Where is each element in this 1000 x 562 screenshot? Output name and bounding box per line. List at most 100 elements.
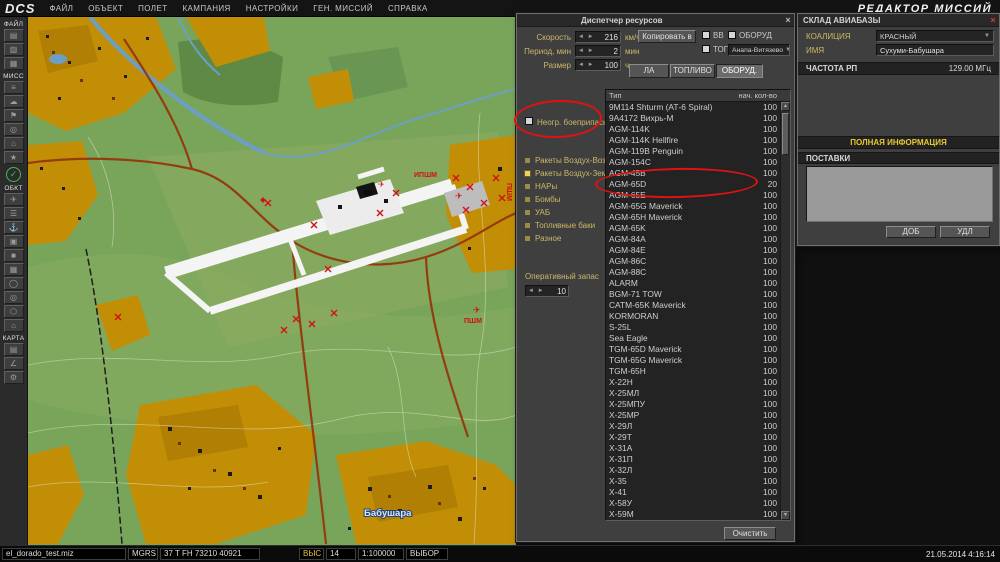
validate-ok-icon[interactable]: ✓	[6, 167, 21, 182]
table-row[interactable]: Х-41 100	[606, 487, 780, 498]
table-row[interactable]: AGM-65D 20	[606, 179, 780, 190]
home-icon[interactable]: ⌂	[3, 137, 24, 150]
map-scale[interactable]: 1:100000	[358, 548, 404, 560]
table-scrollbar[interactable]: ▲ ▼	[780, 102, 790, 520]
category-radio[interactable]: НАРы	[525, 180, 605, 193]
copy-fuel-checkbox[interactable]	[702, 45, 710, 53]
table-row[interactable]: AGM-45B 100	[606, 168, 780, 179]
unlimited-ammo-checkbox[interactable]	[525, 117, 533, 125]
static-object-icon[interactable]: ■	[3, 249, 24, 262]
table-row[interactable]: AGM-84E 100	[606, 245, 780, 256]
scroll-up-icon[interactable]: ▲	[781, 102, 790, 111]
table-row[interactable]: Х-32Л 100	[606, 465, 780, 476]
table-row[interactable]: Х-29Т 100	[606, 432, 780, 443]
supplies-list[interactable]	[806, 166, 993, 222]
table-row[interactable]: Х-25МР 100	[606, 410, 780, 421]
spinner-arrows-icon[interactable]: ◄ ►	[528, 288, 545, 294]
map-viewport[interactable]: ✈ ✈ ✈ ИПШМ ПШМ ПШМ Бабушара	[28, 17, 516, 545]
table-row[interactable]: AGM-65G Maverick 100	[606, 201, 780, 212]
map-layers-icon[interactable]: ▤	[3, 343, 24, 356]
category-radio[interactable]: Бомбы	[525, 193, 605, 206]
menu-item[interactable]: ФАЙЛ	[49, 4, 73, 13]
spinner-arrows-icon[interactable]: ◄ ►	[578, 62, 595, 68]
table-row[interactable]: TGM-65D Maverick 100	[606, 344, 780, 355]
menu-item[interactable]: ПОЛЕТ	[138, 4, 167, 13]
table-row[interactable]: AGM-88C 100	[606, 267, 780, 278]
add-button[interactable]: ДОБ	[886, 226, 936, 238]
table-row[interactable]: KORMORAN 100	[606, 311, 780, 322]
tab-aircraft[interactable]: ЛА	[629, 64, 669, 78]
full-info-strip[interactable]: ПОЛНАЯ ИНФОРМАЦИЯ	[798, 136, 999, 149]
scrollbar-thumb[interactable]	[782, 113, 789, 155]
copy-target-dropdown[interactable]: Анапа-Витязево ▼	[728, 44, 790, 56]
weather-icon[interactable]: ☁	[3, 95, 24, 108]
table-row[interactable]: Х-29Л 100	[606, 421, 780, 432]
delete-button[interactable]: УДЛ	[940, 226, 990, 238]
table-row[interactable]: TGM-65H 100	[606, 366, 780, 377]
select-mode[interactable]: ВЫБОР	[406, 548, 448, 560]
template-icon[interactable]: ▦	[3, 263, 24, 276]
table-row[interactable]: AGM-114K 100	[606, 124, 780, 135]
table-row[interactable]: CATM-65K Maverick 100	[606, 300, 780, 311]
table-row[interactable]: Х-25МПУ 100	[606, 399, 780, 410]
mgrs-label[interactable]: MGRS	[128, 548, 158, 560]
category-radio[interactable]: Разное	[525, 232, 605, 245]
speed-spinner[interactable]: ◄ ► 216	[575, 31, 621, 43]
category-radio[interactable]: Ракеты Воздух-Земля	[524, 167, 616, 180]
targets-icon[interactable]: ◎	[3, 123, 24, 136]
bullseye-icon[interactable]: ◎	[3, 291, 24, 304]
tab-fuel[interactable]: ТОПЛИВО	[670, 64, 715, 78]
spinner-arrows-icon[interactable]: ◄ ►	[578, 34, 595, 40]
table-row[interactable]: AGM-65H Maverick 100	[606, 212, 780, 223]
menu-item[interactable]: НАСТРОЙКИ	[246, 4, 298, 13]
coalition-dropdown[interactable]: КРАСНЫЙ ▼	[876, 30, 994, 42]
table-row[interactable]: AGM-65E 100	[606, 190, 780, 201]
ship-icon[interactable]: ⚓	[3, 221, 24, 234]
save-mission-icon[interactable]: ▦	[3, 57, 24, 70]
farp-icon[interactable]: ⬡	[3, 305, 24, 318]
airplane-icon[interactable]: ✈	[3, 193, 24, 206]
table-row[interactable]: Sea Eagle 100	[606, 333, 780, 344]
table-row[interactable]: 9М114 Shturm (АТ-6 Spiral) 100	[606, 102, 780, 113]
table-row[interactable]: ALARM 100	[606, 278, 780, 289]
map-settings-icon[interactable]: ⚙	[3, 371, 24, 384]
table-row[interactable]: AGM-154C 100	[606, 157, 780, 168]
table-row[interactable]: Х-25МЛ 100	[606, 388, 780, 399]
table-row[interactable]: Х-35 100	[606, 476, 780, 487]
table-row[interactable]: AGM-86C 100	[606, 256, 780, 267]
menu-item[interactable]: СПРАВКА	[388, 4, 428, 13]
flag-icon[interactable]: ⚑	[3, 109, 24, 122]
table-row[interactable]: Х-31А 100	[606, 443, 780, 454]
table-row[interactable]: AGM-84A 100	[606, 234, 780, 245]
clear-button[interactable]: Очистить	[724, 527, 776, 540]
new-mission-icon[interactable]: ▤	[3, 29, 24, 42]
size-spinner[interactable]: ◄ ► 100	[575, 59, 621, 71]
close-icon[interactable]: ×	[782, 14, 794, 26]
tab-equipment[interactable]: ОБОРУД.	[716, 64, 763, 78]
zone-icon[interactable]: ◯	[3, 277, 24, 290]
table-row[interactable]: Х-31П 100	[606, 454, 780, 465]
table-row[interactable]: AGM-119B Penguin 100	[606, 146, 780, 157]
vehicle-icon[interactable]: ▣	[3, 235, 24, 248]
menu-item[interactable]: ОБЪЕКТ	[88, 4, 123, 13]
open-mission-icon[interactable]: ▨	[3, 43, 24, 56]
briefing-icon[interactable]: ≡	[3, 81, 24, 94]
copy-aa-checkbox[interactable]	[702, 31, 710, 39]
table-row[interactable]: Х-58У 100	[606, 498, 780, 509]
star-icon[interactable]: ★	[3, 151, 24, 164]
table-row[interactable]: AGM-114K Hellfire 100	[606, 135, 780, 146]
table-row[interactable]: BGM-71 TOW 100	[606, 289, 780, 300]
table-row[interactable]: AGM-65K 100	[606, 223, 780, 234]
category-radio[interactable]: Топливные баки	[525, 219, 605, 232]
helicopter-icon[interactable]: ☰	[3, 207, 24, 220]
menu-item[interactable]: ГЕН. МИССИЙ	[313, 4, 373, 13]
table-row[interactable]: S-25L 100	[606, 322, 780, 333]
category-radio[interactable]: Ракеты Воздух-Воздух	[525, 154, 618, 167]
copy-to-button[interactable]: Копировать в	[638, 30, 696, 43]
copy-equip-checkbox[interactable]	[728, 31, 736, 39]
table-row[interactable]: Х-59М 100	[606, 509, 780, 520]
close-icon[interactable]: ×	[987, 14, 999, 26]
menu-item[interactable]: КАМПАНИЯ	[182, 4, 230, 13]
period-spinner[interactable]: ◄ ► 2	[575, 45, 621, 57]
table-row[interactable]: Х-22Н 100	[606, 377, 780, 388]
